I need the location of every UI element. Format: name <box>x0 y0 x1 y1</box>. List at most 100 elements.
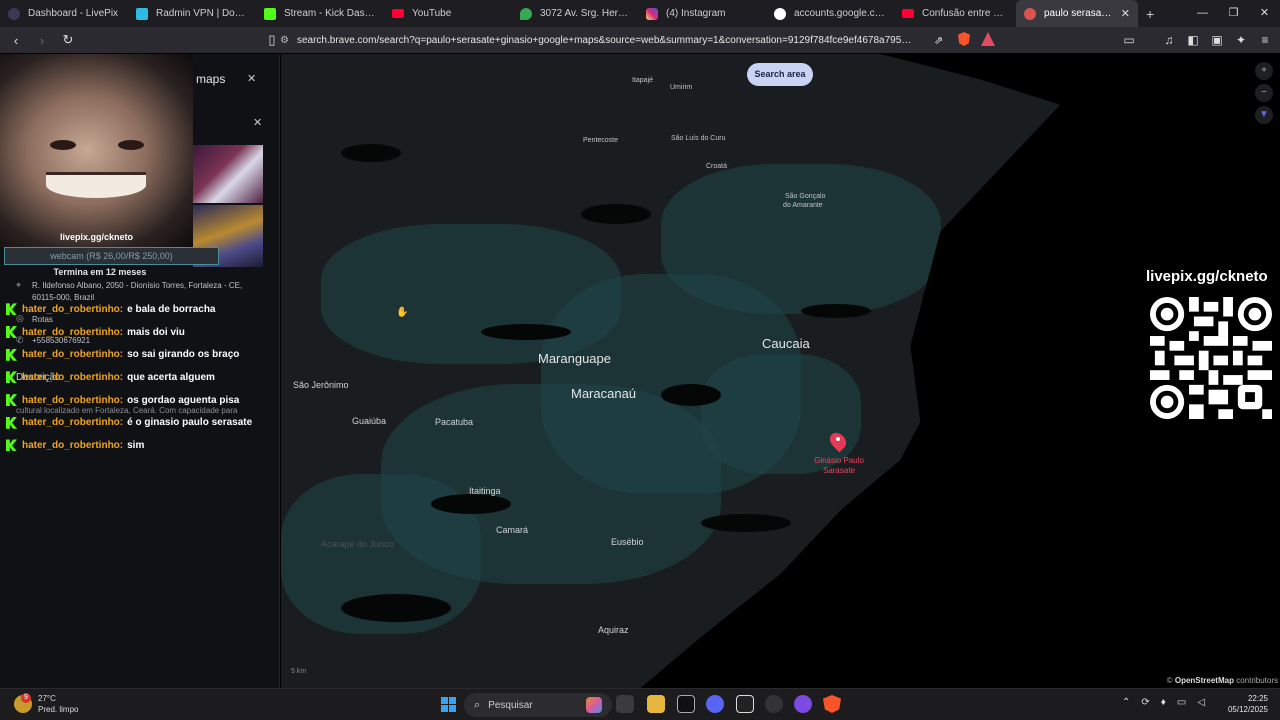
microphone-icon[interactable]: ♦ <box>1161 697 1166 708</box>
place-label: do Amarante <box>783 202 823 209</box>
place-label: São Luís do Curu <box>671 135 726 142</box>
chat-text: sim <box>127 439 145 451</box>
map-attribution[interactable]: © OpenStreetMap contributors <box>1164 676 1280 685</box>
panel-title: maps <box>196 72 226 86</box>
pin-label[interactable]: Ginásio Paulo Sarasate <box>811 456 867 476</box>
obs-icon[interactable] <box>765 695 783 713</box>
close-icon[interactable]: ✕ <box>247 72 256 85</box>
lake <box>341 144 401 162</box>
qr-label: livepix.gg/ckneto <box>1146 268 1268 285</box>
tab-maps[interactable]: 3072 Av. Srg. Hermínio Sa <box>512 0 638 27</box>
volume-icon[interactable]: ◁ <box>1197 697 1205 708</box>
youtube-favicon-icon <box>902 9 914 18</box>
window-controls: — ❐ ✕ <box>1187 0 1280 27</box>
tab-title: paulo serasate ginás <box>1044 8 1113 19</box>
zoom-controls: + − ▼ <box>1255 62 1273 124</box>
app-icon[interactable] <box>794 695 812 713</box>
site-settings-icon[interactable]: ⚙ <box>280 35 289 46</box>
clock[interactable]: 22:25 05/12/2025 <box>1228 693 1268 715</box>
reload-icon[interactable]: ↻ <box>58 32 78 48</box>
compass-icon[interactable]: ▼ <box>1255 106 1273 124</box>
taskbar-search[interactable]: ⌕ Pesquisar <box>464 693 612 717</box>
network-icon[interactable]: ▭ <box>1177 697 1186 708</box>
face-eye <box>118 140 144 150</box>
place-label: São Jerônimo <box>293 380 349 390</box>
new-tab-icon[interactable]: + <box>1146 6 1154 22</box>
back-icon[interactable]: ‹ <box>6 33 26 48</box>
reader-mode-icon[interactable]: ▭ <box>1122 33 1136 47</box>
search-area-button[interactable]: Search area <box>747 63 813 86</box>
place-label: Eusébio <box>611 537 644 547</box>
tab-youtube-video[interactable]: Confusão entre selvagens <box>894 0 1016 27</box>
address-line: R. Ildefonso Albano, 2050 - Dionísio Tor… <box>32 281 243 290</box>
lake <box>341 594 451 622</box>
place-label: Camará <box>496 525 529 535</box>
instagram-favicon-icon <box>646 7 658 20</box>
map-canvas[interactable]: Itapajé Umirim Pentecoste São Luís do Cu… <box>281 54 1280 688</box>
map-scale: 5 km <box>291 668 307 675</box>
webcam-overlay: livepix.gg/ckneto <box>0 54 193 247</box>
place-label: Maranguape <box>538 351 611 366</box>
discord-icon[interactable] <box>706 695 724 713</box>
address-bar[interactable]: ⚙ search.brave.com/search?q=paulo+serasa… <box>280 29 980 51</box>
chat-message: hater_do_robertinho: so sai girando os b… <box>6 343 276 366</box>
chevron-up-icon[interactable]: ⌃ <box>1122 697 1130 708</box>
minimize-icon[interactable]: — <box>1187 0 1218 27</box>
system-tray: ⌃ ⟳ ♦ ▭ ◁ <box>1122 697 1205 708</box>
windows-taskbar: 9 27°C Pred. limpo ⌕ Pesquisar ⌃ ⟳ ♦ ▭ ◁… <box>0 688 1280 720</box>
sidebar-icon[interactable]: ◧ <box>1186 33 1200 47</box>
time: 22:25 <box>1247 694 1268 703</box>
tab-title: YouTube <box>412 8 452 19</box>
file-explorer-icon[interactable] <box>647 695 665 713</box>
share-icon[interactable]: ⇗ <box>934 34 943 47</box>
kick-icon <box>6 371 17 384</box>
place-label: Umirim <box>670 84 693 91</box>
donation-goal-bar: webcam (R$ 26,00/R$ 250,00) <box>4 247 219 265</box>
google-favicon-icon <box>774 7 786 20</box>
tab-bar: Dashboard - LivePix Radmin VPN | Downloa… <box>0 0 1280 27</box>
brave-icon[interactable] <box>823 695 841 713</box>
tab-title: 3072 Av. Srg. Hermínio Sa <box>540 8 630 19</box>
close-tab-icon[interactable]: ✕ <box>1121 7 1130 20</box>
windows-start-icon[interactable] <box>441 697 456 712</box>
attribution-link[interactable]: OpenStreetMap <box>1175 676 1234 685</box>
forward-icon[interactable]: › <box>32 33 52 48</box>
capcut-icon[interactable] <box>677 695 695 713</box>
tab-kick[interactable]: Stream - Kick Dashboa <box>256 0 384 27</box>
brave-rewards-icon[interactable] <box>981 32 995 46</box>
audio-mixer-icon[interactable] <box>736 695 754 713</box>
wallet-icon[interactable]: ▣ <box>1210 33 1224 47</box>
place-label: Itaitinga <box>469 486 501 496</box>
close-icon[interactable]: ✕ <box>253 116 262 129</box>
weather-widget[interactable]: 9 27°C Pred. limpo <box>14 693 78 715</box>
tab-title: accounts.google.com/info <box>794 8 886 19</box>
youtube-favicon-icon <box>392 9 404 18</box>
tab-radmin[interactable]: Radmin VPN | Download F <box>128 0 256 27</box>
sync-icon[interactable]: ⟳ <box>1141 697 1149 708</box>
tab-brave-search[interactable]: paulo serasate ginás ✕ <box>1016 0 1138 27</box>
close-window-icon[interactable]: ✕ <box>1249 0 1280 27</box>
chat-message: hater_do_robertinho: e bala de borracha <box>6 298 276 321</box>
chat-username: hater_do_robertinho: <box>22 417 124 429</box>
place-label: Guaiúba <box>352 416 387 426</box>
chat-username: hater_do_robertinho: <box>22 439 124 451</box>
zoom-in-icon[interactable]: + <box>1255 62 1273 80</box>
chat-username: hater_do_robertinho: <box>22 326 124 338</box>
chat-message: hater_do_robertinho: os gordao aguenta p… <box>6 389 276 412</box>
menu-icon[interactable]: ≡ <box>1258 33 1272 47</box>
bookmark-icon[interactable]: ▯ <box>262 32 282 48</box>
lake <box>581 204 651 224</box>
leo-ai-icon[interactable]: ✦ <box>1234 33 1248 47</box>
tab-instagram[interactable]: (4) Instagram <box>638 0 766 27</box>
place-label: São Gonçalo <box>785 193 826 200</box>
place-photo[interactable] <box>193 145 263 203</box>
task-view-icon[interactable] <box>616 695 634 713</box>
media-icon[interactable]: ♫ <box>1162 33 1176 47</box>
tab-youtube[interactable]: YouTube <box>384 0 512 27</box>
maximize-icon[interactable]: ❐ <box>1218 0 1249 27</box>
weather-icon: 9 <box>14 693 32 713</box>
tab-google-accounts[interactable]: accounts.google.com/info <box>766 0 894 27</box>
tab-livepix[interactable]: Dashboard - LivePix <box>0 0 128 27</box>
zoom-out-icon[interactable]: − <box>1255 84 1273 102</box>
browser-toolbar: ‹ › ↻ ▯ ⚙ search.brave.com/search?q=paul… <box>0 27 1280 53</box>
